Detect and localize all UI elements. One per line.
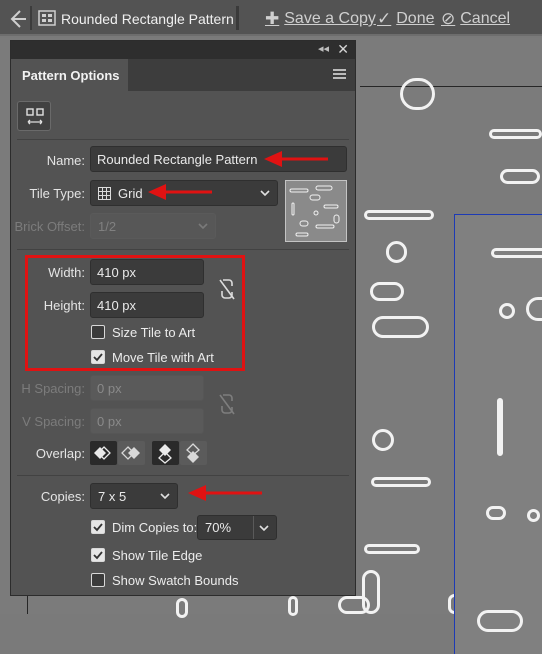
show-swatch-bounds-label: Show Swatch Bounds: [112, 573, 239, 588]
pattern-tile-tool-icon: [26, 108, 44, 125]
close-icon[interactable]: ✕: [337, 41, 349, 58]
done-button[interactable]: ✓ Done: [377, 9, 435, 29]
document-title: Rounded Rectangle Pattern: [61, 11, 234, 27]
overlap-bottom-icon: [186, 443, 200, 463]
copies-label: Copies:: [40, 489, 85, 504]
overlap-label: Overlap:: [35, 446, 85, 461]
pattern-tile-tool-button[interactable]: [17, 101, 51, 131]
show-tile-edge-checkbox[interactable]: [91, 548, 105, 562]
dim-copies-checkbox[interactable]: [91, 520, 105, 534]
cancel-button[interactable]: ⊘ Cancel: [441, 9, 510, 29]
cancel-circle-icon: ⊘: [441, 9, 456, 28]
annotation-arrow-name: [264, 151, 328, 167]
chevron-down-icon: [198, 223, 208, 230]
checkmark-icon: ✓: [377, 9, 392, 28]
copies-dropdown[interactable]: 7 x 5: [90, 483, 178, 509]
copies-value: 7 x 5: [98, 488, 127, 504]
save-a-copy-label: Save a Copy: [284, 10, 376, 27]
divider: [17, 249, 349, 250]
pattern-shape: [400, 78, 435, 110]
tab-pattern-options[interactable]: Pattern Options: [11, 59, 128, 91]
divider: [17, 139, 349, 140]
panel-tab-row: Pattern Options: [11, 59, 355, 91]
pattern-shape: [486, 506, 506, 520]
pattern-shape: [176, 598, 188, 618]
overlap-left-icon: [94, 446, 111, 460]
v-spacing-label: V Spacing:: [22, 414, 85, 429]
panel-titlebar[interactable]: ◂◂ ✕: [11, 41, 355, 59]
tile-type-value: Grid: [118, 185, 143, 201]
pattern-shape: [477, 610, 523, 632]
annotation-arrow-copies: [188, 485, 262, 501]
pattern-shape: [372, 316, 429, 338]
annotation-arrow-tile-type: [148, 184, 212, 200]
back-arrow-icon[interactable]: [6, 8, 28, 30]
pattern-shape: [372, 429, 394, 451]
h-spacing-input[interactable]: 0 px: [90, 375, 204, 401]
panel-menu-icon[interactable]: [333, 69, 346, 80]
brick-offset-label: Brick Offset:: [14, 219, 85, 234]
pattern-shape: [288, 596, 298, 616]
separator: [253, 516, 254, 539]
artboard-edge: [360, 86, 542, 87]
done-label: Done: [396, 10, 435, 27]
v-spacing-input[interactable]: 0 px: [90, 408, 204, 434]
pattern-preview-thumbnail: [285, 180, 347, 242]
brick-offset-value: 1/2: [98, 218, 117, 234]
show-swatch-bounds-checkbox[interactable]: [91, 573, 105, 587]
pattern-shape: [370, 282, 404, 301]
pattern-shape: [371, 477, 431, 487]
isolation-mode-bar: Rounded Rectangle Pattern ✚ Save a Copy …: [0, 0, 542, 36]
chevron-down-icon: [260, 190, 270, 197]
pattern-shape: [497, 398, 503, 456]
checkmark-icon: [93, 523, 103, 532]
chevron-down-icon: [160, 493, 170, 500]
h-spacing-label: H Spacing:: [21, 381, 85, 396]
pattern-shape: [499, 303, 515, 319]
grid-icon: [98, 186, 111, 200]
checkmark-icon: [93, 551, 103, 560]
tile-type-label: Tile Type:: [29, 186, 85, 201]
pattern-shape: [386, 241, 407, 263]
pattern-shape: [526, 297, 542, 321]
pattern-tile-bounds[interactable]: [454, 214, 542, 654]
pattern-shape: [500, 169, 540, 184]
save-a-copy-button[interactable]: ✚ Save a Copy: [265, 9, 376, 29]
cancel-label: Cancel: [460, 10, 511, 27]
plus-icon: ✚: [265, 9, 280, 28]
width-height-highlight-box: [25, 255, 245, 371]
name-label: Name:: [46, 153, 85, 168]
pattern-options-panel: ◂◂ ✕ Pattern Options Name: Rounded Recta…: [10, 40, 356, 596]
pattern-icon: [38, 10, 56, 26]
overlap-top-icon: [158, 444, 172, 464]
overlap-bottom-in-front-button[interactable]: [180, 441, 207, 465]
pattern-shape: [489, 129, 542, 139]
chevron-down-icon: [259, 525, 269, 532]
separator: [30, 6, 32, 30]
dim-copies-value: 70%: [205, 520, 232, 535]
dim-copies-dropdown[interactable]: 70%: [197, 515, 277, 540]
show-tile-edge-label: Show Tile Edge: [112, 548, 203, 563]
brick-offset-dropdown[interactable]: 1/2: [90, 213, 216, 239]
collapse-icon[interactable]: ◂◂: [318, 42, 329, 55]
overlap-top-in-front-button[interactable]: [152, 441, 179, 465]
separator: [236, 6, 239, 30]
overlap-right-in-front-button[interactable]: [118, 441, 145, 465]
pattern-shape: [527, 509, 540, 522]
pattern-shape: [338, 596, 370, 614]
divider: [17, 475, 349, 476]
pattern-shape: [364, 210, 434, 220]
pattern-shape: [364, 544, 420, 554]
overlap-left-in-front-button[interactable]: [90, 441, 117, 465]
dim-copies-label: Dim Copies to:: [112, 520, 198, 535]
overlap-right-icon: [121, 446, 140, 460]
unlink-spacing-icon[interactable]: [217, 392, 237, 416]
pattern-shape: [491, 248, 542, 258]
